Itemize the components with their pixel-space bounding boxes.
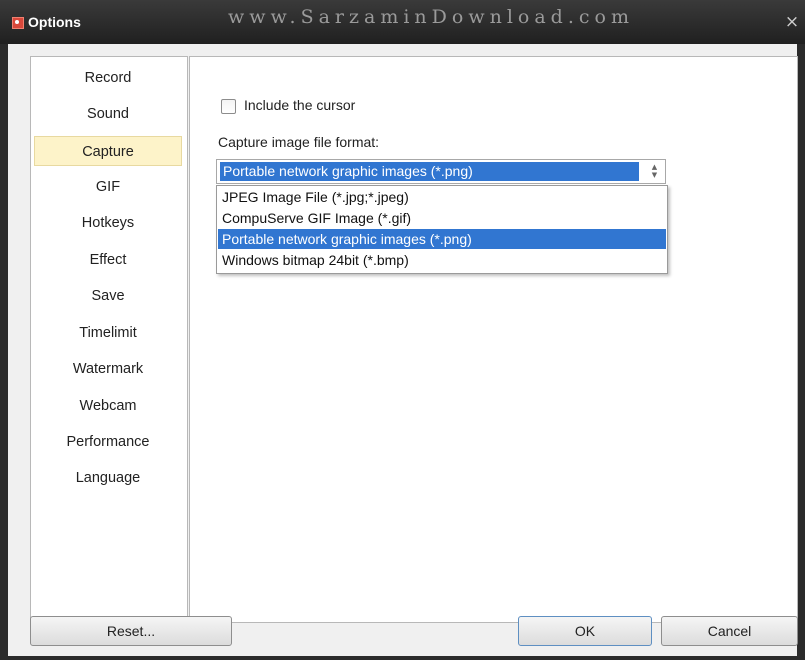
nav-item-record[interactable]: Record [34, 63, 182, 93]
cancel-button[interactable]: Cancel [661, 616, 798, 646]
capture-settings-panel: Include the cursor Capture image file fo… [189, 56, 798, 623]
options-window: Options www.SarzaminDownload.com × Recor… [0, 0, 805, 660]
format-option-gif[interactable]: CompuServe GIF Image (*.gif) [218, 208, 666, 228]
nav-item-webcam[interactable]: Webcam [34, 391, 182, 421]
window-title: Options [28, 14, 81, 30]
format-combobox[interactable]: Portable network graphic images (*.png) … [216, 159, 666, 184]
format-option-png[interactable]: Portable network graphic images (*.png) [218, 229, 666, 249]
dialog-client-area: Record Sound Capture GIF Hotkeys Effect … [8, 44, 798, 656]
nav-item-timelimit[interactable]: Timelimit [34, 318, 182, 348]
title-bar[interactable]: Options www.SarzaminDownload.com × [0, 0, 805, 44]
watermark-text: www.SarzaminDownload.com [228, 6, 634, 28]
nav-item-watermark[interactable]: Watermark [34, 354, 182, 384]
nav-item-language[interactable]: Language [34, 463, 182, 493]
nav-item-sound[interactable]: Sound [34, 99, 182, 129]
format-dropdown-list: JPEG Image File (*.jpg;*.jpeg) CompuServ… [216, 185, 668, 274]
options-app-icon [12, 17, 24, 29]
format-label: Capture image file format: [218, 134, 380, 150]
ok-button[interactable]: OK [518, 616, 652, 646]
nav-item-gif[interactable]: GIF [34, 172, 182, 202]
nav-item-capture[interactable]: Capture [34, 136, 182, 166]
format-combobox-value[interactable]: Portable network graphic images (*.png) [220, 162, 639, 181]
spin-arrows-icon[interactable]: ▲ ▼ [647, 163, 662, 180]
reset-button[interactable]: Reset... [30, 616, 232, 646]
nav-item-save[interactable]: Save [34, 281, 182, 311]
format-option-jpeg[interactable]: JPEG Image File (*.jpg;*.jpeg) [218, 187, 666, 207]
close-icon[interactable]: × [782, 12, 802, 32]
nav-item-performance[interactable]: Performance [34, 427, 182, 457]
options-nav-list: Record Sound Capture GIF Hotkeys Effect … [30, 56, 188, 623]
nav-item-hotkeys[interactable]: Hotkeys [34, 208, 182, 238]
include-cursor-checkbox[interactable] [221, 99, 236, 114]
include-cursor-label[interactable]: Include the cursor [244, 97, 355, 113]
nav-item-effect[interactable]: Effect [34, 245, 182, 275]
format-option-bmp[interactable]: Windows bitmap 24bit (*.bmp) [218, 250, 666, 270]
